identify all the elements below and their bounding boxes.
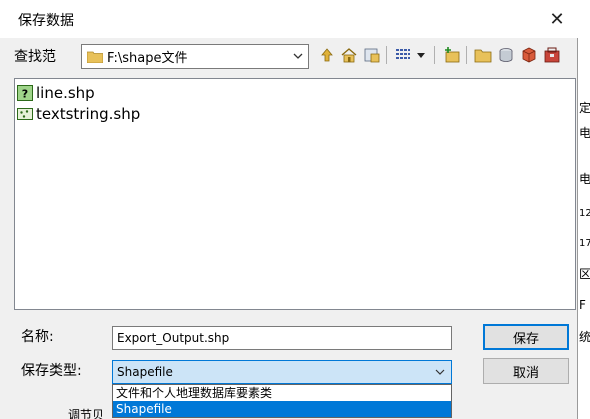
file-list[interactable]: ? line.shp textstring.shp [14, 78, 576, 310]
new-item-icon [445, 47, 460, 63]
dropdown-option[interactable]: 文件和个人地理数据库要素类 [113, 385, 451, 401]
background-text: 统 [579, 330, 590, 344]
geodatabase-icon [522, 47, 536, 63]
toolbar-separator [386, 46, 387, 64]
view-list-icon [396, 49, 410, 59]
save-type-value: Shapefile [117, 365, 173, 379]
list-item[interactable]: textstring.shp [17, 104, 140, 124]
dropdown-option-selected[interactable]: Shapefile [113, 401, 451, 417]
chevron-down-icon [435, 369, 445, 375]
close-icon: ✕ [549, 8, 565, 30]
background-text: 电 [579, 172, 590, 186]
name-input[interactable]: Export_Output.shp [112, 326, 452, 350]
home-icon [341, 48, 357, 63]
new-folder-icon [474, 49, 492, 63]
cancel-button[interactable]: 取消 [483, 358, 569, 384]
save-type-select[interactable]: Shapefile [112, 360, 452, 384]
toolbox-icon [544, 47, 560, 63]
background-text: 区 [579, 267, 590, 281]
name-label: 名称: [21, 329, 54, 345]
background-text: 12 [579, 208, 590, 219]
background-text: 调节贝 [68, 408, 105, 419]
view-list-button[interactable] [392, 44, 414, 66]
database-icon [499, 48, 513, 62]
look-in-label: 查找范 [14, 49, 56, 65]
view-dropdown-icon [417, 53, 425, 58]
toolbar-separator [434, 46, 435, 64]
title-bar: 保存数据 ✕ [0, 0, 578, 38]
look-in-path: F:\shape文件 [107, 51, 188, 66]
close-button[interactable]: ✕ [540, 4, 574, 34]
up-folder-button[interactable] [316, 44, 338, 66]
new-folder-button[interactable] [472, 44, 494, 66]
toolbox-button[interactable] [541, 44, 563, 66]
home-button[interactable] [338, 44, 360, 66]
dialog-title: 保存数据 [18, 13, 74, 29]
save-type-dropdown: 文件和个人地理数据库要素类 Shapefile [112, 384, 452, 418]
folder-icon [87, 51, 103, 63]
save-type-label: 保存类型: [21, 363, 82, 379]
background-text: 定 [579, 101, 590, 115]
look-in-combo[interactable]: F:\shape文件 [81, 44, 309, 69]
file-name: textstring.shp [36, 105, 141, 123]
background-text: F [579, 298, 586, 312]
list-item[interactable]: ? line.shp [17, 83, 95, 103]
up-folder-icon [321, 48, 333, 62]
point-feature-icon [17, 108, 33, 120]
connect-folder-icon [364, 48, 380, 63]
background-text: 电 [579, 126, 590, 140]
toolbar-separator [466, 46, 467, 64]
background-text: 17 [579, 238, 590, 249]
geodatabase-button[interactable] [518, 44, 540, 66]
database-button[interactable] [495, 44, 517, 66]
connect-folder-button[interactable] [361, 44, 383, 66]
new-item-button[interactable] [441, 44, 463, 66]
save-data-dialog: 保存数据 ✕ 查找范 F:\shape文件 ? line.shp textstr… [0, 0, 578, 419]
chevron-down-icon [293, 53, 303, 59]
save-button[interactable]: 保存 [483, 324, 569, 350]
file-name: line.shp [36, 84, 95, 102]
view-dropdown-button[interactable] [414, 44, 428, 66]
line-feature-icon: ? [17, 85, 33, 101]
svg-text:?: ? [22, 88, 28, 101]
